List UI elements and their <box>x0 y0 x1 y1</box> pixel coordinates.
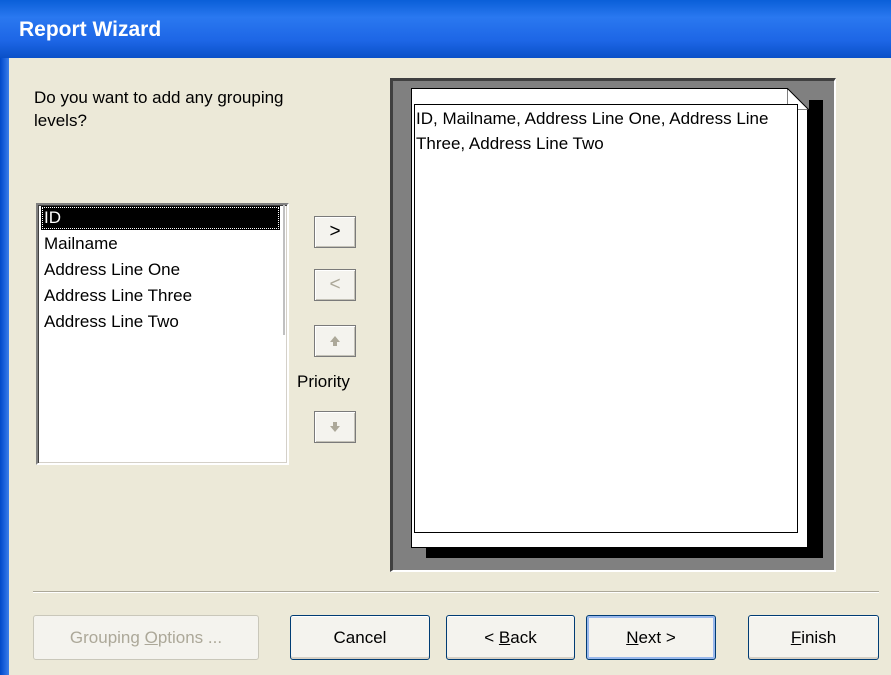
back-mnemonic: B <box>498 628 511 647</box>
add-grouping-button[interactable]: > <box>314 216 356 248</box>
finish-button[interactable]: Finish <box>748 615 879 660</box>
field-item-address-line-three[interactable]: Address Line Three <box>41 284 192 308</box>
back-label-pre: < <box>484 628 499 647</box>
priority-label: Priority <box>297 372 350 391</box>
window-title: Report Wizard <box>19 18 162 41</box>
title-bar[interactable]: Report Wizard <box>0 0 891 58</box>
back-label-post: ack <box>510 628 537 647</box>
priority-up-button[interactable] <box>314 325 356 357</box>
grouping-options-label-pre: Grouping <box>69 628 145 647</box>
preview-content-area <box>414 104 798 533</box>
window-left-border <box>0 58 9 675</box>
field-item-mailname[interactable]: Mailname <box>41 232 118 256</box>
next-button[interactable]: Next > <box>586 615 716 660</box>
available-fields-list[interactable]: ID Mailname Address Line One Address Lin… <box>36 203 289 465</box>
grouping-options-button[interactable]: Grouping Options ... <box>33 615 259 660</box>
cancel-label: Cancel <box>333 628 387 647</box>
down-arrow-icon <box>330 421 340 432</box>
field-item-id[interactable]: ID <box>41 206 280 230</box>
next-mnemonic: N <box>626 628 639 647</box>
cancel-button[interactable]: Cancel <box>290 615 430 660</box>
remove-grouping-button[interactable]: < <box>314 269 356 301</box>
back-button[interactable]: < Back <box>446 615 575 660</box>
preview-fields-text: ID, Mailname, Address Line One, Address … <box>416 109 769 153</box>
button-separator <box>33 591 879 593</box>
up-arrow-icon <box>330 335 340 346</box>
finish-label-post: inish <box>801 628 837 647</box>
next-label-post: ext > <box>638 628 676 647</box>
grouping-question: Do you want to add any grouping levels? <box>34 88 284 130</box>
grouping-options-mnemonic: O <box>144 628 158 647</box>
field-item-address-line-two[interactable]: Address Line Two <box>41 310 179 334</box>
list-scroll-edge <box>283 205 285 335</box>
finish-mnemonic: F <box>790 628 802 647</box>
grouping-options-label-post: ptions ... <box>157 628 223 647</box>
field-item-address-line-one[interactable]: Address Line One <box>41 258 180 282</box>
priority-down-button[interactable] <box>314 411 356 443</box>
